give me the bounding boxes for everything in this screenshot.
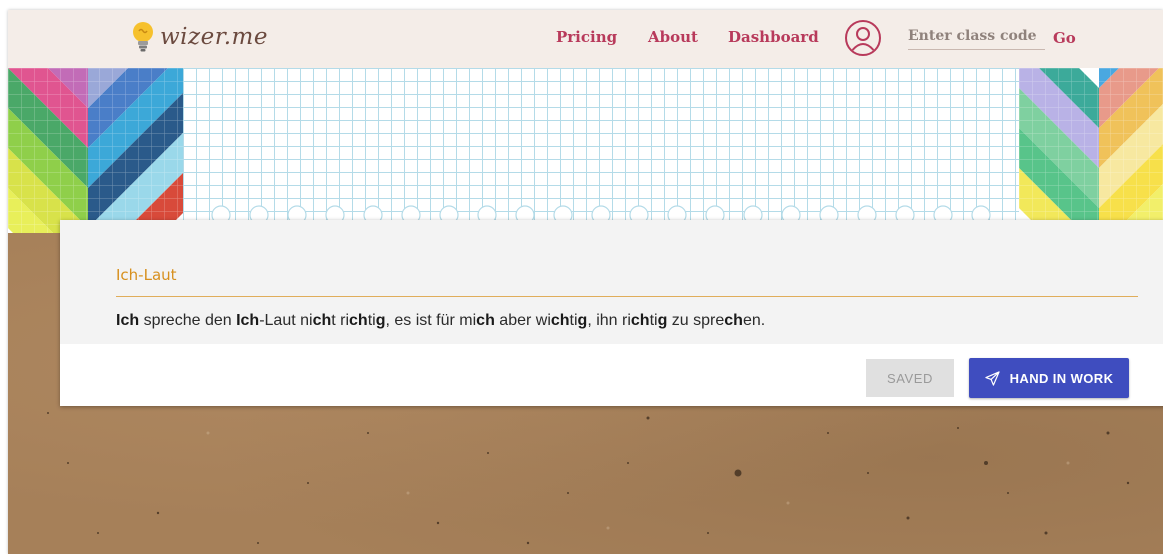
- nav-about[interactable]: About: [648, 28, 698, 46]
- card-sentence: Ich spreche den Ich-Laut nicht richtig, …: [116, 312, 765, 330]
- logo-text: wizer.me: [160, 24, 268, 50]
- sentence-highlight: ch: [312, 312, 332, 329]
- user-circle-icon[interactable]: [844, 19, 882, 57]
- sentence-highlight: ch: [349, 312, 368, 329]
- notebook-paper: [183, 68, 1019, 233]
- card-content: Ich-Laut Ich spreche den Ich-Laut nicht …: [60, 220, 1163, 344]
- sentence-highlight: Ich: [116, 312, 140, 329]
- sentence-text: t ri: [331, 312, 350, 329]
- sentence-text: ti: [569, 312, 578, 329]
- app-frame: wizer.me Pricing About Dashboard Go: [8, 10, 1163, 554]
- nav-pricing[interactable]: Pricing: [556, 28, 617, 46]
- sentence-text: ti: [649, 312, 658, 329]
- sentence-highlight: ch: [550, 312, 570, 329]
- sentence-highlight: ch: [630, 312, 650, 329]
- sentence-text: ti: [367, 312, 376, 329]
- decorative-banner: [8, 68, 1163, 233]
- activity-card: Ich-Laut Ich spreche den Ich-Laut nicht …: [60, 220, 1163, 406]
- logo[interactable]: wizer.me: [130, 19, 268, 55]
- sentence-text: en.: [742, 312, 766, 329]
- sentence-highlight: g: [577, 312, 588, 329]
- card-title: Ich-Laut: [116, 266, 177, 284]
- sentence-text: spreche den: [139, 312, 237, 329]
- sentence-text: zu spre: [667, 312, 725, 329]
- sentence-highlight: ch: [476, 312, 495, 329]
- lightbulb-icon: [133, 22, 153, 52]
- sentence-text: aber wi: [494, 312, 551, 329]
- saved-button[interactable]: SAVED: [866, 359, 954, 397]
- card-actions: SAVED HAND IN WORK: [60, 344, 1163, 406]
- sentence-highlight: Ich: [236, 312, 260, 329]
- sentence-highlight: g: [657, 312, 668, 329]
- hand-in-work-button[interactable]: HAND IN WORK: [969, 358, 1129, 398]
- chevron-pattern-left: [8, 68, 183, 233]
- sentence-highlight: ch: [724, 312, 743, 329]
- nav-dashboard[interactable]: Dashboard: [728, 28, 819, 46]
- sentence-text: , ihn ri: [587, 312, 631, 329]
- top-header: wizer.me Pricing About Dashboard Go: [8, 10, 1163, 68]
- sentence-text: , es ist für mi: [385, 312, 477, 329]
- paper-plane-icon: [984, 370, 1000, 386]
- sentence-text: -Laut ni: [259, 312, 313, 329]
- chevron-pattern-right: [1019, 68, 1163, 233]
- title-divider: [116, 296, 1138, 297]
- class-code-input[interactable]: [908, 23, 1045, 50]
- hand-in-work-label: HAND IN WORK: [1009, 370, 1114, 386]
- go-button[interactable]: Go: [1053, 29, 1076, 47]
